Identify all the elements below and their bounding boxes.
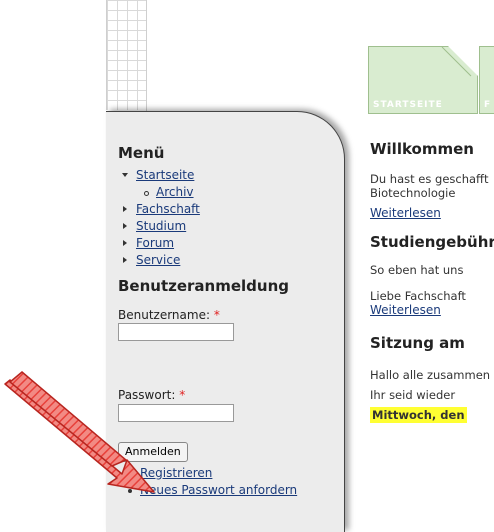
menu-list: Startseite Archiv Fachschaft Studium For… bbox=[122, 167, 200, 269]
menu-link-studium[interactable]: Studium bbox=[136, 219, 186, 233]
tri-right-icon bbox=[123, 206, 127, 212]
menu-item-forum[interactable]: Forum bbox=[122, 235, 200, 252]
red-arrow-icon bbox=[4, 371, 155, 493]
username-input[interactable] bbox=[118, 323, 234, 341]
post2-line2: Liebe Fachschaft bbox=[370, 289, 466, 303]
required-mark: * bbox=[179, 388, 186, 402]
tri-right-icon bbox=[123, 240, 127, 246]
menu-link-startseite[interactable]: Startseite bbox=[136, 168, 194, 182]
menu-link-archiv[interactable]: Archiv bbox=[156, 185, 194, 199]
tri-right-icon bbox=[123, 257, 127, 263]
menu-item-fachschaft[interactable]: Fachschaft bbox=[122, 201, 200, 218]
tri-down-icon bbox=[122, 173, 128, 177]
menu-link-service[interactable]: Service bbox=[136, 253, 180, 267]
tab-startseite-label: STARTSEITE bbox=[373, 100, 443, 110]
post3-title[interactable]: Sitzung am bbox=[370, 334, 494, 352]
username-label-text: Benutzername: bbox=[118, 308, 211, 322]
post1-more-link[interactable]: Weiterlesen bbox=[370, 206, 441, 220]
post3-line1: Hallo alle zusammen bbox=[370, 368, 491, 382]
post1-line2: Biotechnologie bbox=[370, 186, 456, 200]
menu-link-forum[interactable]: Forum bbox=[136, 236, 174, 250]
menu-title: Menü bbox=[118, 144, 165, 162]
menu-link-fachschaft[interactable]: Fachschaft bbox=[136, 202, 200, 216]
username-label: Benutzername: * bbox=[118, 308, 220, 322]
menu-item-studium[interactable]: Studium bbox=[122, 218, 200, 235]
tab-second-label: F bbox=[484, 100, 492, 110]
tab-fold bbox=[448, 46, 478, 76]
required-mark: * bbox=[213, 308, 220, 322]
tab-second[interactable]: F bbox=[479, 46, 494, 114]
menu-item-startseite[interactable]: Startseite bbox=[122, 167, 200, 184]
post1-title[interactable]: Willkommen bbox=[370, 140, 494, 158]
tab-startseite[interactable]: STARTSEITE bbox=[368, 46, 478, 114]
background-grid bbox=[106, 0, 147, 110]
post2-line1: So eben hat uns bbox=[370, 263, 464, 277]
post2-more-link[interactable]: Weiterlesen bbox=[370, 303, 441, 317]
main-content: Willkommen Du hast es geschafft Biotechn… bbox=[370, 140, 494, 423]
circle-bullet-icon bbox=[144, 191, 149, 196]
top-tabs: STARTSEITE F bbox=[368, 46, 494, 114]
post2-title[interactable]: Studiengebühren bbox=[370, 233, 494, 251]
post3-line2: Ihr seid wieder bbox=[370, 388, 456, 402]
tri-right-icon bbox=[123, 223, 127, 229]
menu-item-archiv[interactable]: Archiv bbox=[122, 184, 200, 201]
menu-item-service[interactable]: Service bbox=[122, 252, 200, 269]
login-title: Benutzeranmeldung bbox=[118, 277, 290, 295]
post1-line1: Du hast es geschafft bbox=[370, 172, 489, 186]
post3-highlight: Mittwoch, den bbox=[370, 407, 467, 423]
